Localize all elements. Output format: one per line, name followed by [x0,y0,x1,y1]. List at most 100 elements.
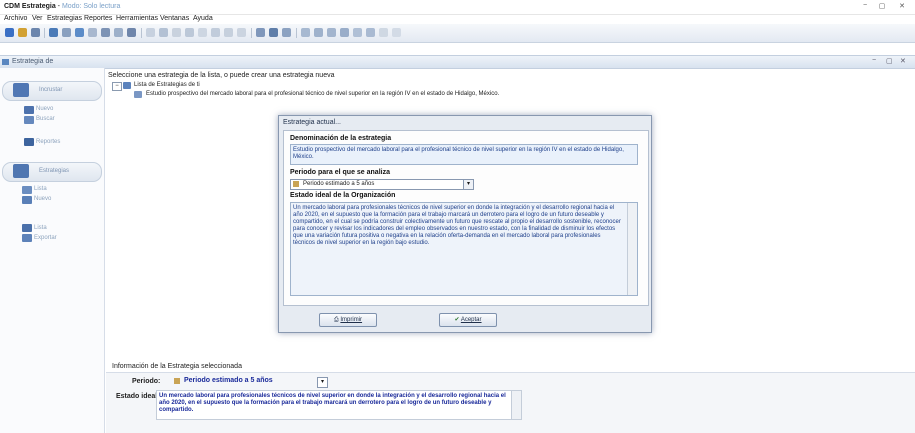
sidebar-item-lista[interactable]: Lista [34,186,47,192]
sidebar-item-lista-2[interactable]: Lista [34,225,47,231]
accept-button-label: Aceptar [460,317,482,323]
sidebar-item-reportes[interactable]: Reportes [36,139,60,145]
menu-archivo[interactable]: Archivo [4,15,27,22]
tree-root[interactable]: Lista de Estrategias de ti [134,82,200,88]
new-strategy-icon[interactable] [22,196,32,204]
minimize-button[interactable]: − [858,2,872,11]
print-button[interactable]: ⎙ Imprimir [319,313,377,327]
title-bar: CDM Estrategia - Modo: Solo lectura − ▢ … [0,0,915,15]
home-icon[interactable] [5,28,14,37]
font-icon[interactable] [269,28,278,37]
panel-title: Estrategia de [12,58,54,65]
menu-ventanas[interactable]: Ventanas [160,15,189,22]
toolbar-separator [44,28,45,38]
ideal-state-scrollbar[interactable] [627,203,637,295]
maximize-button[interactable]: ▢ [875,2,889,11]
period-select[interactable]: Periodo estimado a 5 años ▾ [290,179,474,190]
layout-icon[interactable] [340,28,349,37]
info-ideal-scrollbar[interactable] [511,391,521,419]
panel-close-button[interactable]: ✕ [900,57,906,65]
new-icon[interactable] [24,106,34,114]
format-icon[interactable] [282,28,291,37]
name-field-text: Estudio prospectivo del mercado laboral … [293,147,624,160]
toolbar-separator [296,28,297,38]
sidebar-item-exportar[interactable]: Exportar [34,235,57,241]
export-icon[interactable] [198,28,207,37]
refresh-icon[interactable] [185,28,194,37]
info-header: Información de la Estrategia seleccionad… [106,362,915,373]
sidebar-group-estrategias[interactable]: Estrategias [2,162,102,182]
report-icon[interactable] [24,138,34,146]
panel-icon[interactable] [353,28,362,37]
sidebar-item-buscar[interactable]: Buscar [36,116,55,122]
toolbar-separator [141,28,142,38]
ideal-section-title: Estado ideal de la Organización [290,192,396,199]
sidebar-group-incrustar[interactable]: Incrustar [2,81,102,101]
search-icon[interactable] [24,116,34,124]
strategy-icon [13,164,29,178]
list-icon[interactable] [49,28,58,37]
tree-expand-icon[interactable]: − [112,82,122,91]
menu-ayuda[interactable]: Ayuda [193,15,213,22]
help-icon[interactable] [18,28,27,37]
period-select-value: Periodo estimado a 5 años [303,181,375,187]
grid-icon[interactable] [114,28,123,37]
document-icon [134,91,142,98]
tile-icon[interactable] [314,28,323,37]
window-icon[interactable] [301,28,310,37]
panel-restore-button[interactable]: ▢ [886,57,893,65]
sidebar-group-label: Estrategias [39,168,70,174]
sort-icon[interactable] [159,28,168,37]
import-icon[interactable] [211,28,220,37]
nav-forward-icon[interactable] [392,28,401,37]
name-field[interactable]: Estudio prospectivo del mercado laboral … [290,144,638,165]
table-icon[interactable] [224,28,233,37]
panel-header: Estrategia de − ▢ ✕ [0,55,915,69]
user-icon[interactable] [62,28,71,37]
list-icon[interactable] [22,186,32,194]
chart-icon[interactable] [127,28,136,37]
copy-icon[interactable] [88,28,97,37]
menu-herramientas[interactable]: Herramientas [116,15,158,22]
tools-icon[interactable] [31,28,40,37]
window-title: CDM Estrategia - Modo: Solo lectura [4,3,121,10]
dialog-footer: ⎙ Imprimir ✔ Aceptar [279,306,651,332]
search-icon[interactable] [172,28,181,37]
calendar-icon [293,181,299,187]
chevron-down-icon[interactable]: ▾ [317,377,328,388]
people-icon [13,83,29,97]
folder-icon [123,82,131,89]
name-section-title: Denominación de la estrategia [290,135,392,142]
sidebar-item-nuevo-2[interactable]: Nuevo [34,196,51,202]
menu-reportes[interactable]: Reportes [84,15,112,22]
nav-back-icon[interactable] [379,28,388,37]
accept-button[interactable]: ✔ Aceptar [439,313,497,327]
info-header-label: Información de la Estrategia seleccionad… [112,363,242,370]
ideal-state-field[interactable]: Un mercado laboral para profesionales té… [290,202,638,296]
tree-item-strategy[interactable]: Estudio prospectivo del mercado laboral … [146,91,499,97]
info-panel: Periodo: Periodo estimado a 5 años ▾ Est… [106,373,915,433]
dock-icon[interactable] [366,28,375,37]
ideal-label: Estado ideal: [116,393,160,400]
edit-icon[interactable] [101,28,110,37]
close-button[interactable]: ✕ [895,2,909,11]
calendar-icon [174,378,180,384]
info-period-select[interactable]: Periodo estimado a 5 años ▾ [172,377,328,388]
info-ideal-text: Un mercado laboral para profesionales té… [159,393,506,413]
chevron-down-icon[interactable]: ▾ [463,180,473,189]
menu-ver[interactable]: Ver [32,15,43,22]
dialog-body: Denominación de la estrategia Estudio pr… [283,130,649,306]
menu-estrategias[interactable]: Estrategias [47,15,82,22]
filter-icon[interactable] [146,28,155,37]
info-ideal-field[interactable]: Un mercado laboral para profesionales té… [156,390,522,420]
ideal-state-text: Un mercado laboral para profesionales té… [293,205,621,246]
settings-icon[interactable] [237,28,246,37]
panel-minimize-button[interactable]: − [872,57,876,64]
arrow-icon[interactable] [75,28,84,37]
bold-icon[interactable] [256,28,265,37]
export-icon[interactable] [22,234,32,242]
sidebar-item-nuevo[interactable]: Nuevo [36,106,53,112]
cascade-icon[interactable] [327,28,336,37]
toolbar-separator [251,28,252,38]
list-icon[interactable] [22,224,32,232]
